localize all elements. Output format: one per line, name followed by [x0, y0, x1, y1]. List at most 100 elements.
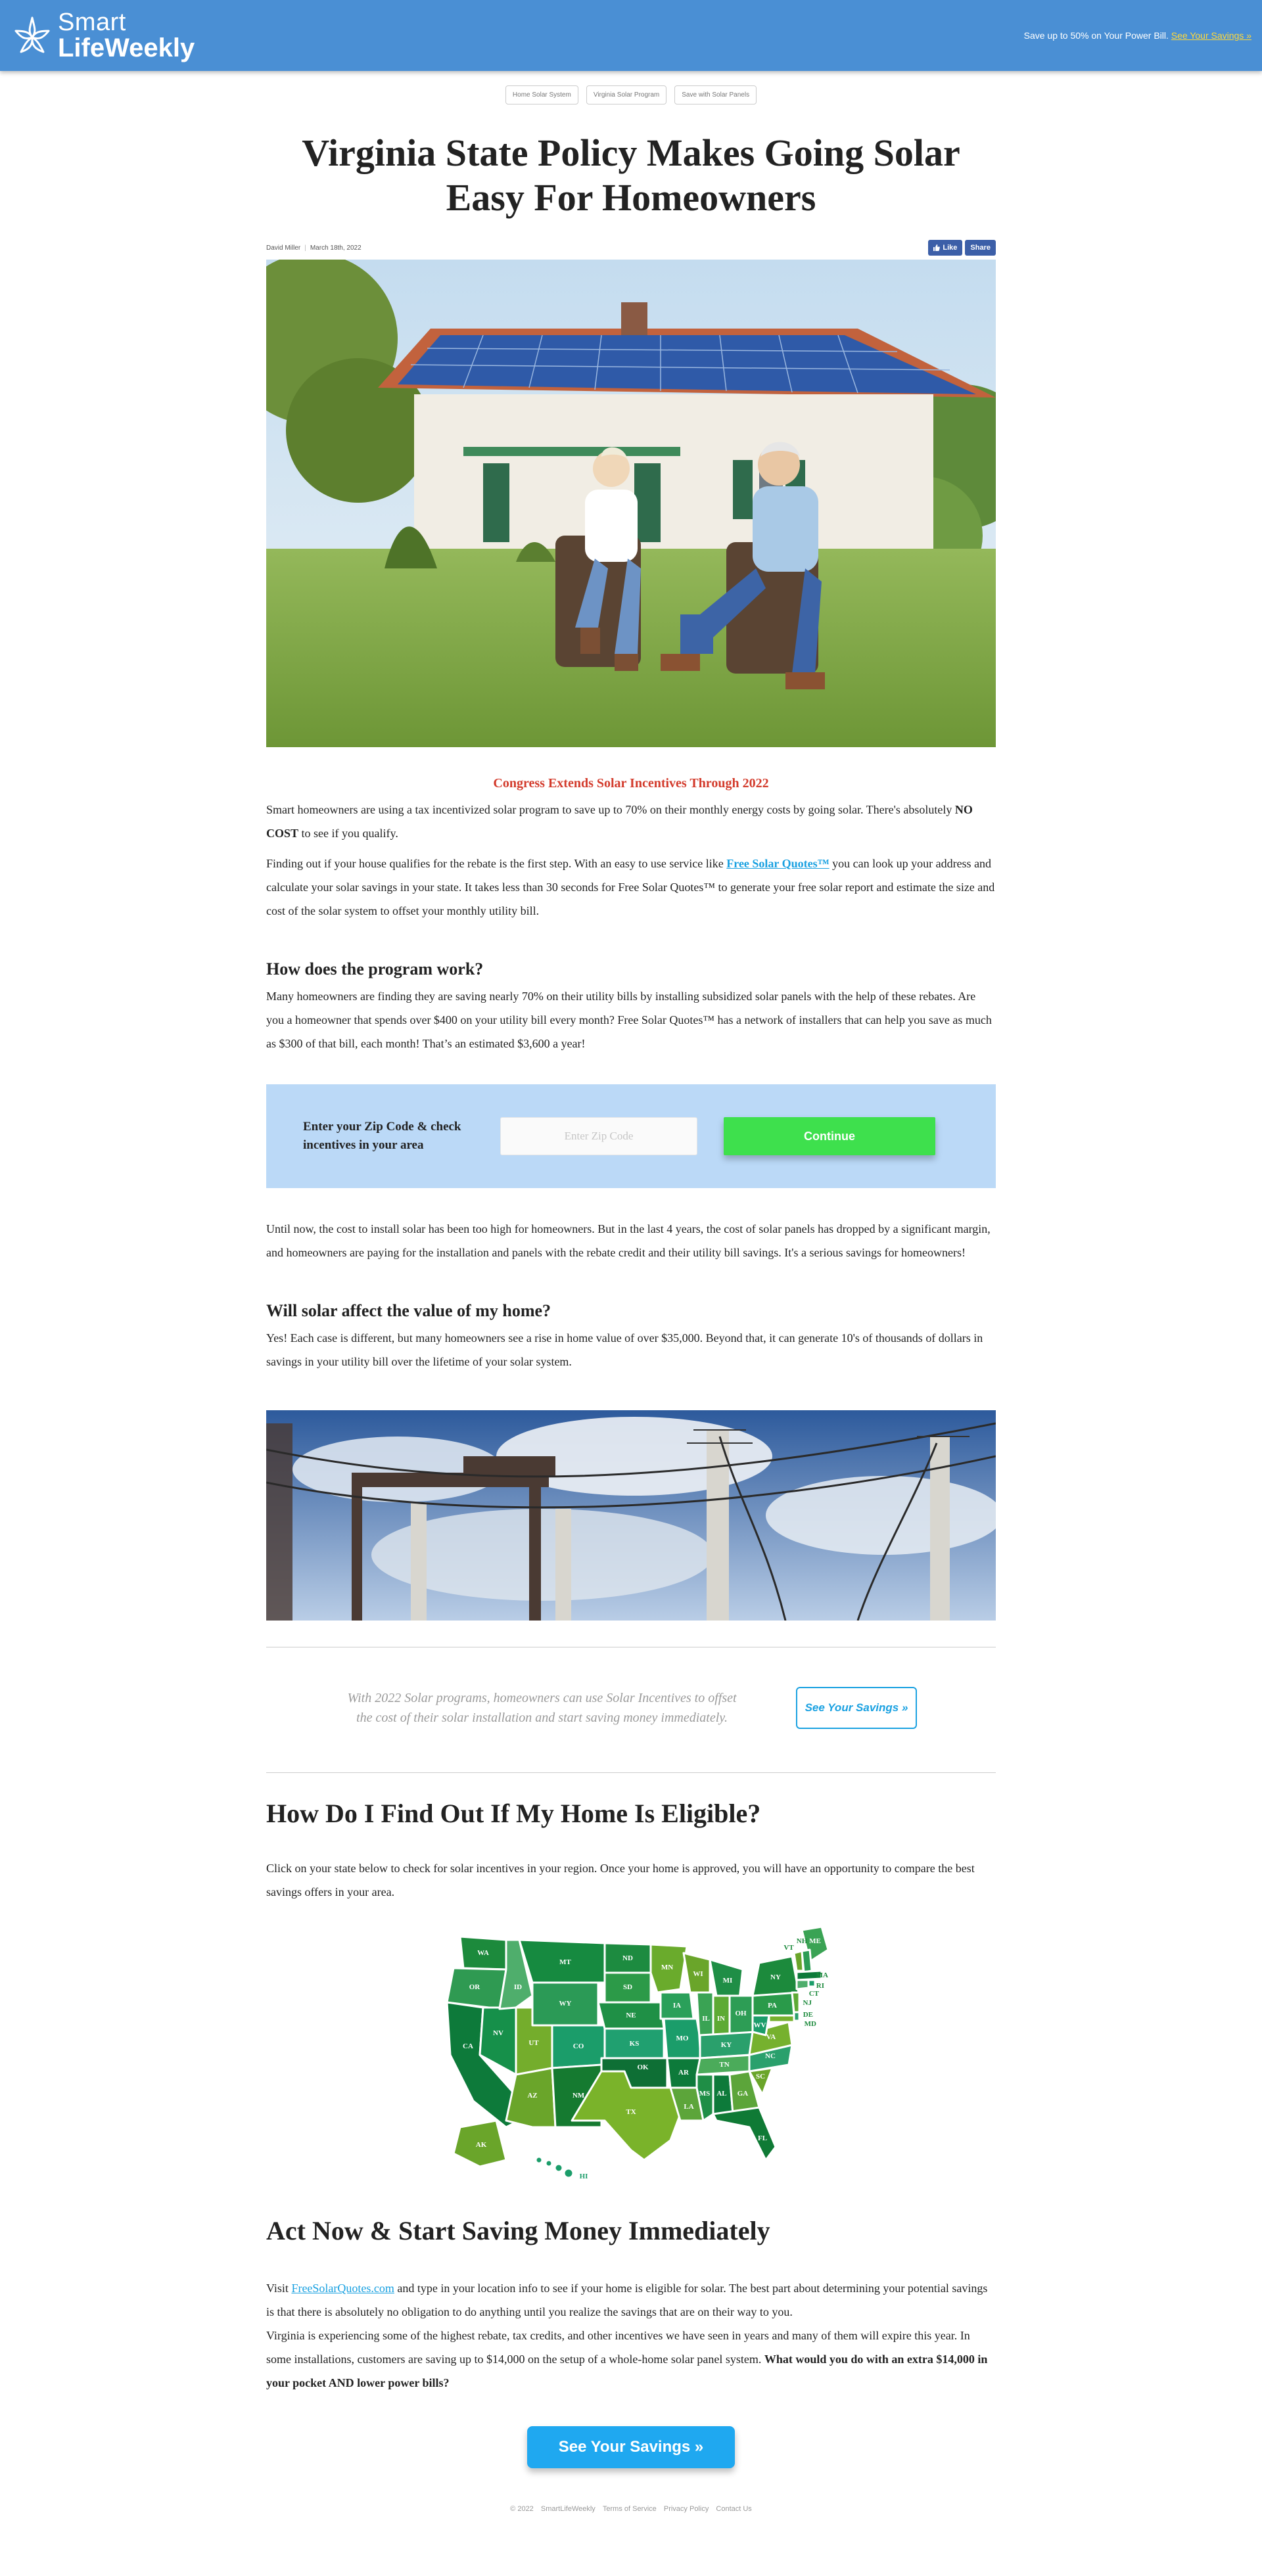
state-fl — [712, 2106, 777, 2161]
see-your-savings-button[interactable]: See Your Savings » — [526, 2426, 736, 2468]
tag-save-with-solar-panels[interactable]: Save with Solar Panels — [674, 85, 757, 104]
continue-button[interactable]: Continue — [724, 1117, 935, 1155]
label-ky: KY — [721, 2041, 732, 2049]
header-savings-link[interactable]: See Your Savings » — [1171, 30, 1251, 41]
label-ri: RI — [816, 1982, 824, 1990]
article-title: Virginia State Policy Makes Going Solar … — [302, 131, 960, 219]
label-sc: SC — [756, 2073, 765, 2081]
label-mo: MO — [676, 2035, 689, 2042]
footer-terms-link[interactable]: Terms of Service — [600, 2505, 659, 2513]
free-solar-quotes-link[interactable]: Free Solar Quotes™ — [726, 857, 829, 870]
power-lines-illustration — [266, 1410, 996, 1621]
eligible-paragraph: Click on your state below to check for s… — [266, 1862, 975, 1898]
tag-virginia-solar-program[interactable]: Virginia Solar Program — [586, 85, 667, 104]
label-mt: MT — [559, 1958, 571, 1966]
thumbs-up-icon — [933, 244, 941, 251]
article-content: Home Solar System Virginia Solar Program… — [266, 85, 996, 2552]
home-value-paragraph: Yes! Each case is different, but many ho… — [266, 1331, 983, 1368]
label-ma: MA — [816, 1971, 828, 1979]
state-md — [768, 2014, 795, 2023]
zip-code-form: Enter your Zip Code & check incentives i… — [266, 1084, 996, 1188]
article-meta: David Miller | March 18th, 2022 Like Sha… — [266, 240, 996, 256]
hero-house-solar-image — [266, 260, 996, 747]
smart-star-logo-icon — [14, 16, 50, 53]
zip-code-input[interactable] — [500, 1117, 697, 1155]
label-nh: NH — [797, 1937, 808, 1945]
social-buttons: Like Share — [928, 240, 996, 256]
label-nd: ND — [622, 1954, 633, 1962]
footer-contact-link[interactable]: Contact Us — [713, 2505, 754, 2513]
label-wa: WA — [477, 1949, 489, 1957]
act-now-heading: Act Now & Start Saving Money Immediately — [266, 2216, 770, 2245]
intro-paragraph-1: Smart homeowners are using a tax incenti… — [266, 798, 996, 845]
state-hi — [534, 2155, 544, 2165]
site-header: Smart LifeWeekly Save up to 50% on Your … — [0, 0, 1262, 71]
freesolarquotes-link[interactable]: FreeSolarQuotes.com — [291, 2282, 394, 2295]
power-lines-image — [266, 1410, 996, 1621]
tag-home-solar-system[interactable]: Home Solar System — [505, 85, 578, 104]
callout-savings-button[interactable]: See Your Savings » — [795, 1687, 918, 1729]
label-de: DE — [803, 2011, 813, 2019]
program-paragraph: Many homeowners are finding they are sav… — [266, 990, 992, 1050]
intro-p2-start: Finding out if your house qualifies for … — [266, 857, 727, 870]
label-ca: CA — [463, 2042, 473, 2050]
home-value-heading: Will solar affect the value of my home? — [266, 1301, 551, 1320]
footer-site-name: SmartLifeWeekly — [540, 2505, 596, 2513]
intro-paragraph-2: Finding out if your house qualifies for … — [266, 852, 996, 923]
label-nj: NJ — [803, 1999, 812, 2007]
act-paragraph-2: Virginia is experiencing some of the hig… — [266, 2324, 996, 2395]
tag-list: Home Solar System Virginia Solar Program… — [266, 85, 996, 104]
facebook-share-button[interactable]: Share — [965, 240, 996, 256]
label-tn: TN — [719, 2061, 729, 2069]
act-paragraph-1: Visit FreeSolarQuotes.com and type in yo… — [266, 2276, 996, 2324]
label-al: AL — [716, 2090, 726, 2098]
label-mi: MI — [723, 1977, 733, 1985]
label-wy: WY — [559, 2000, 572, 2008]
site-logo[interactable]: Smart LifeWeekly — [11, 10, 195, 61]
state-nh — [801, 1948, 813, 1973]
hero-illustration — [266, 260, 996, 747]
author-name: David Miller — [266, 244, 301, 252]
label-mn: MN — [661, 1964, 673, 1971]
label-wv: WV — [754, 2021, 766, 2029]
label-il: IL — [702, 2015, 710, 2023]
logo-wordmark: Smart LifeWeekly — [58, 10, 195, 61]
act-p1-start: Visit — [266, 2282, 292, 2295]
label-oh: OH — [735, 2010, 747, 2017]
header-promo-text: Save up to 50% on Your Power Bill. — [1023, 30, 1169, 41]
callout-text: With 2022 Solar programs, homeowners can… — [347, 1691, 737, 1725]
label-ks: KS — [630, 2040, 640, 2048]
intro-p1-end: to see if you qualify. — [298, 827, 398, 840]
publish-date: March 18th, 2022 — [310, 244, 362, 252]
label-id: ID — [514, 1983, 522, 1991]
logo-word-smart: Smart — [58, 9, 126, 36]
byline-divider: | — [304, 244, 306, 252]
label-hi: HI — [580, 2173, 588, 2180]
state-ri — [807, 1979, 816, 1988]
label-ar: AR — [678, 2069, 689, 2077]
savings-callout: With 2022 Solar programs, homeowners can… — [266, 1647, 996, 1772]
share-label: Share — [970, 244, 991, 252]
footer-privacy-link[interactable]: Privacy Policy — [661, 2505, 711, 2513]
label-nc: NC — [765, 2052, 776, 2060]
label-ak: AK — [476, 2141, 487, 2149]
header-promo: Save up to 50% on Your Power Bill. See Y… — [1024, 30, 1251, 41]
zip-form-label: Enter your Zip Code & check incentives i… — [303, 1120, 461, 1152]
usa-map-image[interactable]: WA OR ID MT ND SD WY NE NV UT CO KS CA A… — [434, 1923, 828, 2186]
label-sd: SD — [623, 1983, 632, 1991]
eligible-heading: How Do I Find Out If My Home Is Eligible… — [266, 1799, 761, 1828]
label-va: VA — [766, 2033, 776, 2041]
facebook-like-button[interactable]: Like — [928, 240, 963, 256]
intro-p1-start: Smart homeowners are using a tax incenti… — [266, 803, 955, 816]
like-label: Like — [943, 244, 958, 252]
label-ne: NE — [626, 2012, 636, 2019]
label-la: LA — [684, 2103, 693, 2111]
cost-paragraph: Until now, the cost to install solar has… — [266, 1222, 991, 1259]
label-ga: GA — [737, 2090, 749, 2098]
logo-word-lifeweekly: LifeWeekly — [58, 34, 195, 62]
label-ut: UT — [528, 2039, 539, 2047]
divider-bottom — [266, 1772, 996, 1773]
label-me: ME — [809, 1937, 821, 1945]
site-footer: © 2022 SmartLifeWeekly Terms of Service … — [266, 2505, 996, 2552]
program-heading: How does the program work? — [266, 959, 484, 978]
